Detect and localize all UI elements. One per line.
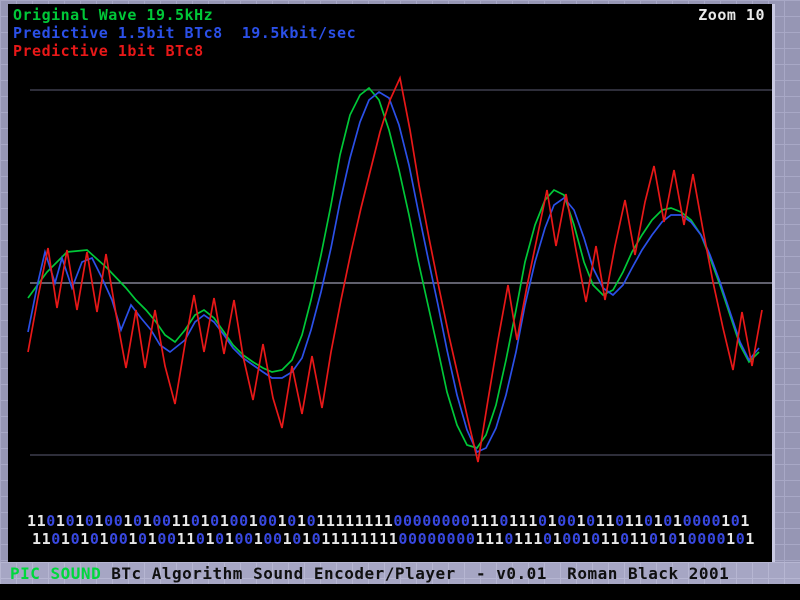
legend-predictive-15bit: Predictive 1.5bit BTc8 19.5kbit/sec: [13, 24, 356, 42]
bitstream-row-2: 1101010100101001101010010010101111111100…: [32, 530, 755, 548]
legend-predictive-1bit: Predictive 1bit BTc8: [13, 42, 204, 60]
status-app-name: PIC SOUND: [10, 564, 101, 583]
status-bar: PIC SOUND BTc Algorithm Sound Encoder/Pl…: [0, 562, 800, 584]
status-title: BTc Algorithm Sound Encoder/Player - v0.…: [111, 564, 729, 583]
app-screen: Original Wave 19.5kHz Predictive 1.5bit …: [0, 0, 800, 600]
legend-original-wave: Original Wave 19.5kHz: [13, 6, 213, 24]
bottom-black-strip: [0, 584, 800, 600]
plot-client-area: [8, 4, 775, 562]
bitstream-row-1: 1101010100101001101010010010101111111100…: [27, 512, 750, 530]
zoom-level-indicator: Zoom 10: [600, 6, 765, 24]
